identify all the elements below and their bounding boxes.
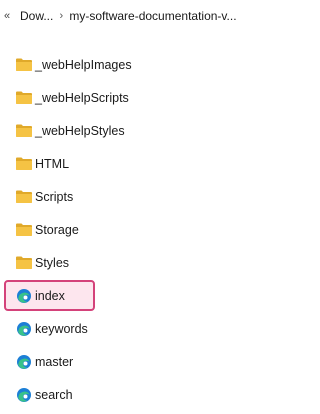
breadcrumb-segment-downloads[interactable]: Dow... xyxy=(20,9,53,23)
list-item[interactable]: HTML xyxy=(0,147,258,180)
list-item[interactable]: _webHelpScripts xyxy=(0,81,258,114)
folder-icon xyxy=(15,90,33,106)
list-item[interactable]: master xyxy=(0,345,258,378)
list-item-label: _webHelpImages xyxy=(35,57,132,72)
folder-icon xyxy=(15,123,33,139)
list-item-label: Scripts xyxy=(35,189,74,204)
list-item-label: _webHelpScripts xyxy=(35,90,129,105)
list-item[interactable]: Storage xyxy=(0,213,258,246)
breadcrumb-segment-current-folder[interactable]: my-software-documentation-v... xyxy=(69,9,236,23)
folder-icon xyxy=(15,255,33,271)
list-item-label: search xyxy=(35,387,73,402)
folder-icon xyxy=(15,57,33,73)
list-item[interactable]: search xyxy=(0,378,258,411)
list-item-label: index xyxy=(35,288,65,303)
list-item[interactable]: _webHelpImages xyxy=(0,48,258,81)
breadcrumb: « Dow... › my-software-documentation-v..… xyxy=(0,0,258,32)
list-item-label: keywords xyxy=(35,321,88,336)
edge-html-file-icon xyxy=(15,354,33,370)
file-list: _webHelpImages _webHelpScripts _webHelpS… xyxy=(0,48,258,411)
chevron-right-icon: › xyxy=(59,10,64,22)
edge-html-file-icon xyxy=(15,321,33,337)
list-item-label: master xyxy=(35,354,74,369)
list-item[interactable]: Styles xyxy=(0,246,258,279)
folder-icon xyxy=(15,156,33,172)
list-item-selected[interactable]: index xyxy=(0,279,258,312)
list-item-label: Storage xyxy=(35,222,79,237)
list-item-label: HTML xyxy=(35,156,70,171)
list-item[interactable]: _webHelpStyles xyxy=(0,114,258,147)
list-item[interactable]: keywords xyxy=(0,312,258,345)
list-item-label: _webHelpStyles xyxy=(35,123,125,138)
folder-icon xyxy=(15,189,33,205)
folder-icon xyxy=(15,222,33,238)
list-item-label: Styles xyxy=(35,255,70,270)
edge-html-file-icon xyxy=(15,387,33,403)
breadcrumb-overflow-button[interactable]: « xyxy=(4,10,14,22)
list-item[interactable]: Scripts xyxy=(0,180,258,213)
edge-html-file-icon xyxy=(15,288,33,304)
